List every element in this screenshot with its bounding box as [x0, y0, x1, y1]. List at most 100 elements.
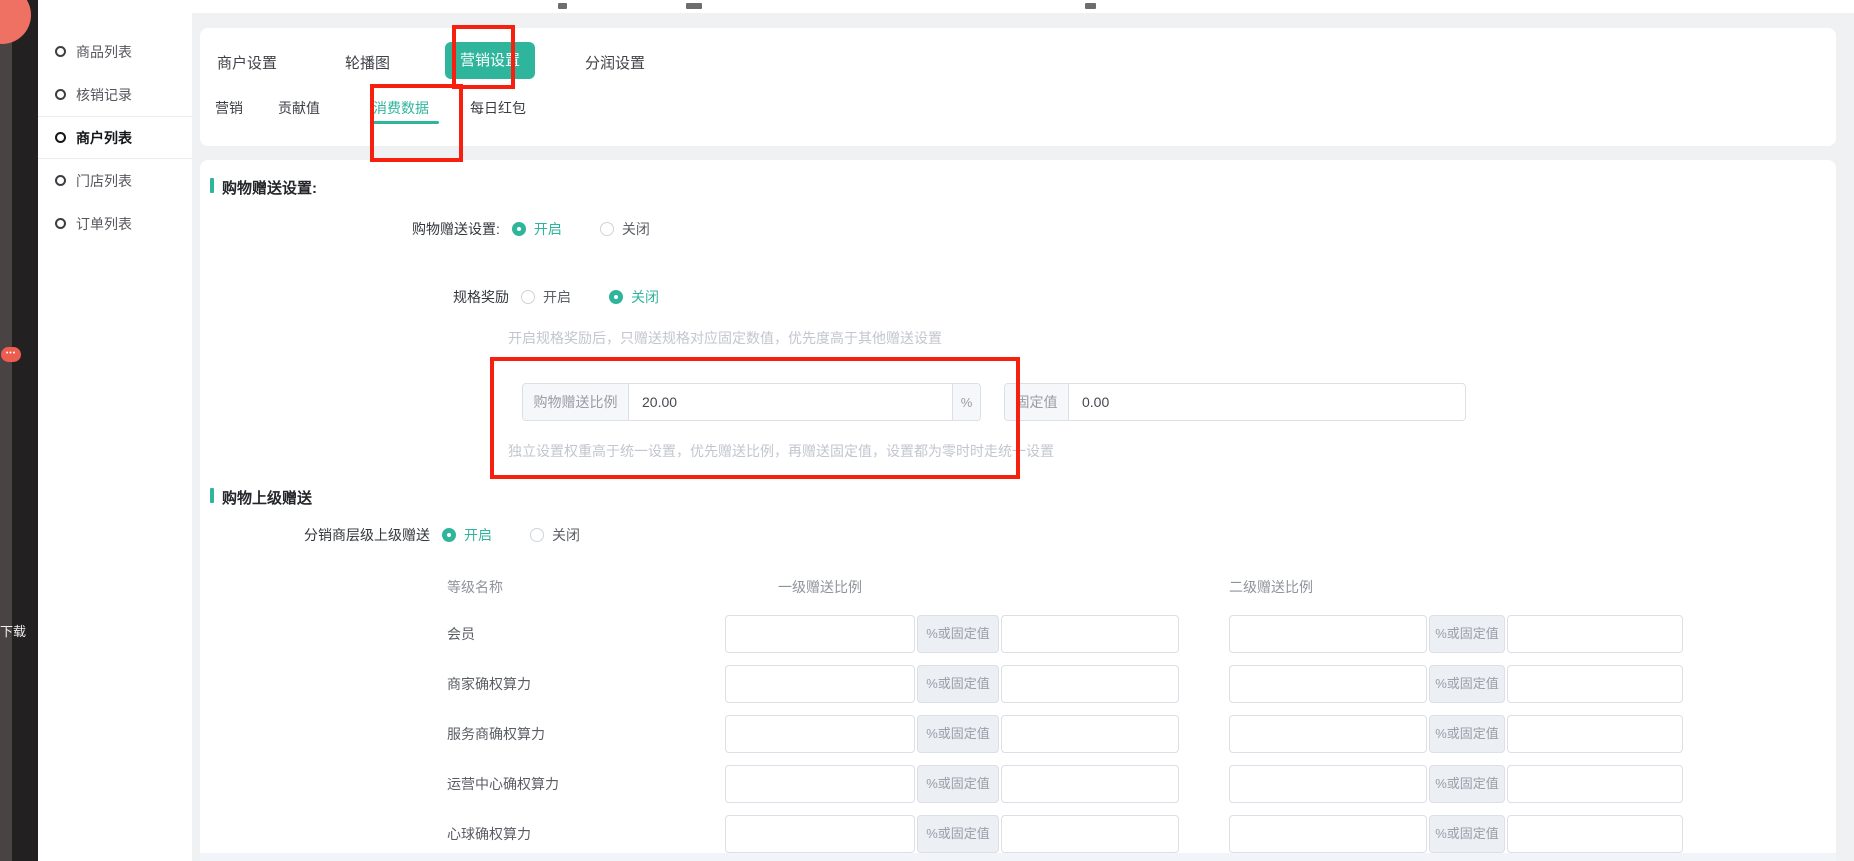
l2-unit-label: %或固定值 [1429, 615, 1505, 653]
spec-reward-hint: 开启规格奖励后，只赠送规格对应固定数值，优先度高于其他赠送设置 [508, 328, 942, 348]
active-subtab-underline [373, 121, 439, 124]
row-2-l2-fixed-input[interactable] [1507, 715, 1683, 753]
sidebar-item-1[interactable]: 核销记录 [38, 73, 192, 116]
row-3-l2-fixed-input[interactable] [1507, 765, 1683, 803]
main-tab-3[interactable]: 分润设置 [585, 52, 645, 73]
clipped-text-fragment [558, 3, 567, 9]
main-tab-1[interactable]: 轮播图 [345, 52, 390, 73]
download-label[interactable]: 下载 [0, 621, 34, 640]
spec-reward-off-option[interactable]: 关闭 [609, 287, 659, 307]
settings-panel: 购物赠送设置: 购物赠送设置: 开启 关闭 规格奖励 开启 关闭 开启规格奖励后… [200, 160, 1836, 861]
l1-unit-label: %或固定值 [917, 715, 999, 753]
clipped-text-fragment [1085, 3, 1096, 9]
level-row-label: 服务商确权算力 [447, 715, 545, 753]
sub-tab-2[interactable]: 消费数据 [373, 98, 429, 118]
left-dock-rail: ••• 下载 [0, 0, 38, 861]
sidebar-item-label: 商品列表 [76, 42, 132, 62]
upper-section-title: 购物上级赠送 [222, 487, 312, 508]
chat-bubble-button[interactable]: ••• [1, 347, 21, 362]
sub-tab-3[interactable]: 每日红包 [470, 98, 526, 118]
sidebar-item-0[interactable]: 商品列表 [38, 30, 192, 73]
row-0-l1-fixed-input[interactable] [1001, 615, 1179, 653]
fixed-value-input[interactable] [1069, 384, 1465, 420]
clipped-text-fragment [686, 3, 702, 9]
l1-unit-label: %或固定值 [917, 815, 999, 853]
spec-reward-label: 规格奖励 [453, 287, 509, 307]
circle-icon [55, 175, 66, 186]
circle-icon [55, 132, 66, 143]
radio-selected-icon[interactable] [512, 222, 526, 236]
percent-suffix-label: % [952, 384, 980, 420]
gift-section-title: 购物赠送设置: [222, 177, 317, 198]
l1-unit-label: %或固定值 [917, 765, 999, 803]
circle-icon [55, 218, 66, 229]
sidebar-item-label: 商户列表 [76, 128, 132, 148]
purchase-ratio-input[interactable] [629, 384, 952, 420]
fixed-prefix-label: 固定值 [1005, 384, 1069, 420]
main-tab-2[interactable]: 营销设置 [445, 42, 535, 79]
tabs-panel: 商户设置 轮播图 营销设置 分润设置 营销 贡献值 消费数据 每日红包 [200, 28, 1836, 146]
gift-toggle-row: 购物赠送设置: 开启 关闭 [412, 219, 650, 239]
circle-icon [55, 89, 66, 100]
sidebar-item-label: 门店列表 [76, 171, 132, 191]
col-header-level-name: 等级名称 [447, 577, 503, 597]
row-0-l1-ratio-input[interactable] [725, 615, 915, 653]
row-4-l1-fixed-input[interactable] [1001, 815, 1179, 853]
row-1-l2-ratio-input[interactable] [1229, 665, 1427, 703]
circle-icon [55, 46, 66, 57]
sidebar-item-2[interactable]: 商户列表 [38, 116, 192, 159]
sub-tab-1[interactable]: 贡献值 [278, 98, 320, 118]
main-tab-0[interactable]: 商户设置 [217, 52, 277, 73]
l1-unit-label: %或固定值 [917, 615, 999, 653]
row-0-l2-fixed-input[interactable] [1507, 615, 1683, 653]
radio-selected-icon[interactable] [609, 290, 623, 304]
row-2-l2-ratio-input[interactable] [1229, 715, 1427, 753]
row-2-l1-fixed-input[interactable] [1001, 715, 1179, 753]
row-2-l1-ratio-input[interactable] [725, 715, 915, 753]
row-4-l2-fixed-input[interactable] [1507, 815, 1683, 853]
gift-toggle-off-option[interactable]: 关闭 [600, 219, 650, 239]
radio-selected-icon[interactable] [442, 528, 456, 542]
sidebar-menu: 商品列表核销记录商户列表门店列表订单列表 [38, 13, 192, 861]
row-0-l2-ratio-input[interactable] [1229, 615, 1427, 653]
rail-edge [0, 0, 12, 861]
spec-reward-on-option[interactable]: 开启 [521, 287, 571, 307]
section-accent-bar [210, 488, 214, 503]
row-3-l1-ratio-input[interactable] [725, 765, 915, 803]
app-logo[interactable] [0, 0, 31, 44]
level-row-label: 运营中心确权算力 [447, 765, 559, 803]
radio-unselected-icon[interactable] [521, 290, 535, 304]
col-header-level1-ratio: 一级赠送比例 [778, 577, 862, 597]
row-1-l2-fixed-input[interactable] [1507, 665, 1683, 703]
level-row-label: 商家确权算力 [447, 665, 531, 703]
row-4-l1-ratio-input[interactable] [725, 815, 915, 853]
spec-reward-row: 规格奖励 开启 关闭 [453, 287, 659, 307]
gift-toggle-label: 购物赠送设置: [412, 219, 500, 239]
distributor-toggle-row: 分销商层级上级赠送 开启 关闭 [304, 525, 580, 545]
distributor-off-option[interactable]: 关闭 [530, 525, 580, 545]
distributor-on-option[interactable]: 开启 [442, 525, 492, 545]
section-accent-bar [210, 178, 214, 193]
purchase-ratio-input-group: 购物赠送比例 % [522, 383, 981, 421]
clipped-header-strip [38, 0, 1854, 13]
row-4-l2-ratio-input[interactable] [1229, 815, 1427, 853]
gift-toggle-on-option[interactable]: 开启 [512, 219, 562, 239]
ratio-prefix-label: 购物赠送比例 [523, 384, 629, 420]
sidebar-item-3[interactable]: 门店列表 [38, 159, 192, 202]
sub-tab-0[interactable]: 营销 [215, 98, 243, 118]
l2-unit-label: %或固定值 [1429, 715, 1505, 753]
row-1-l1-fixed-input[interactable] [1001, 665, 1179, 703]
l1-unit-label: %或固定值 [917, 665, 999, 703]
row-3-l2-ratio-input[interactable] [1229, 765, 1427, 803]
radio-unselected-icon[interactable] [600, 222, 614, 236]
radio-unselected-icon[interactable] [530, 528, 544, 542]
sidebar-item-label: 核销记录 [76, 85, 132, 105]
weight-rule-hint: 独立设置权重高于统一设置，优先赠送比例，再赠送固定值，设置都为零时时走统一设置 [508, 441, 1054, 461]
distributor-toggle-label: 分销商层级上级赠送 [304, 525, 430, 545]
sidebar-item-label: 订单列表 [76, 214, 132, 234]
sidebar-item-4[interactable]: 订单列表 [38, 202, 192, 245]
row-3-l1-fixed-input[interactable] [1001, 765, 1179, 803]
level-row-label: 心球确权算力 [447, 815, 531, 853]
l2-unit-label: %或固定值 [1429, 815, 1505, 853]
row-1-l1-ratio-input[interactable] [725, 665, 915, 703]
